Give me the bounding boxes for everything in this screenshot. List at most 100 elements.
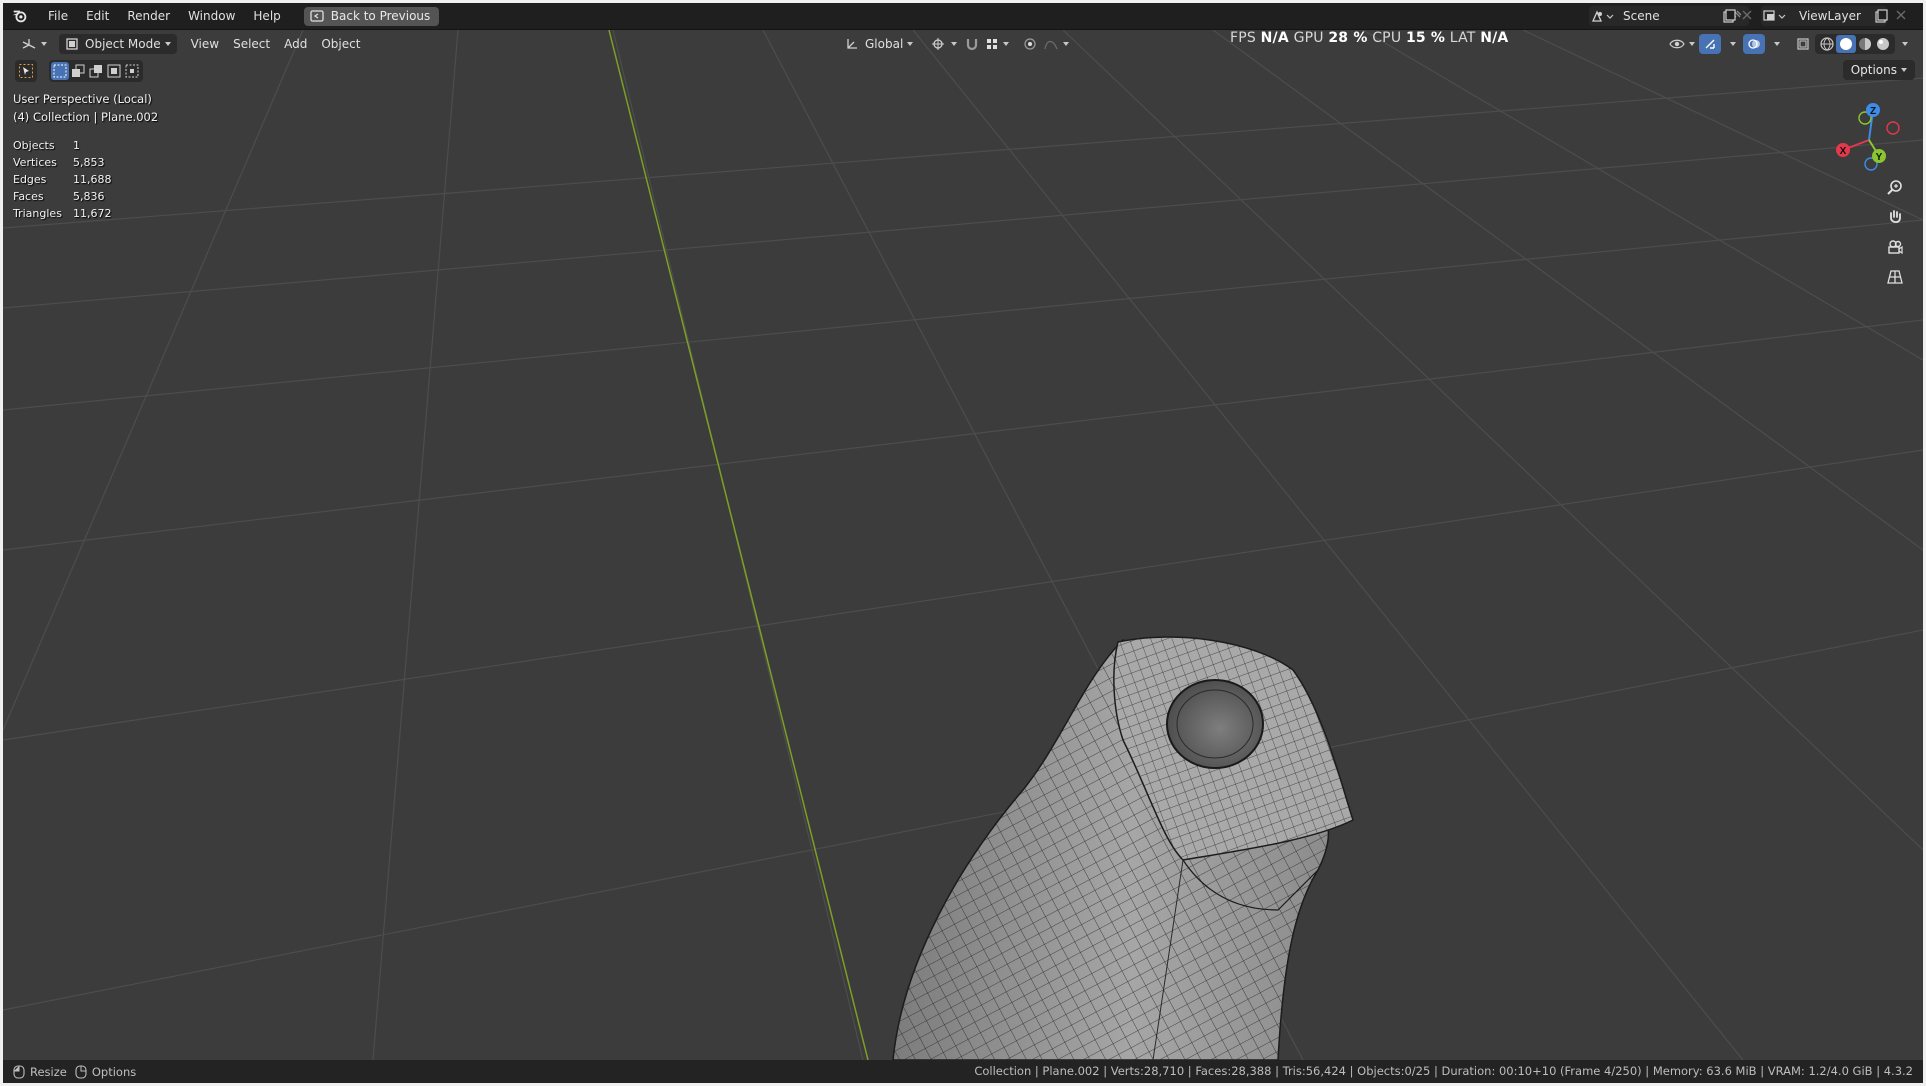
shading-options[interactable]: [1895, 34, 1911, 54]
mouse-right-icon: [75, 1064, 87, 1079]
gizmo-options[interactable]: [1723, 34, 1739, 54]
rendered-shading-icon[interactable]: [1874, 36, 1892, 52]
select-intersect-button[interactable]: [123, 62, 141, 80]
xray-icon: [1797, 38, 1809, 50]
snap-target-selector[interactable]: [979, 34, 1015, 54]
viewport-canvas[interactable]: [3, 30, 1923, 1060]
stat-label: Faces: [13, 190, 44, 203]
snap-grid-icon: [987, 39, 997, 49]
menu-add[interactable]: Add: [278, 34, 313, 54]
proportional-edit-icon: [1024, 38, 1036, 50]
stat-label: Triangles: [13, 207, 62, 220]
navigation-gizmo[interactable]: Z X Y: [1821, 94, 1901, 174]
blender-window: File Edit Render Window Help Back to Pre…: [3, 3, 1923, 1083]
selection-mode-group: [49, 60, 143, 82]
select-extend-button[interactable]: [69, 62, 87, 80]
gizmo-toggle[interactable]: [1699, 34, 1721, 54]
stat-value: 11,672: [73, 207, 112, 220]
editor-type-selector[interactable]: [15, 34, 53, 54]
transform-orientation-selector[interactable]: Global: [839, 34, 919, 54]
select-intersect-icon: [125, 64, 139, 78]
overlays-options[interactable]: [1767, 34, 1783, 54]
solid-shading-icon[interactable]: [1837, 36, 1855, 52]
stat-row: Edges 11,688: [13, 171, 112, 188]
chevron-down-icon: [1902, 42, 1908, 46]
menu-view[interactable]: View: [185, 34, 225, 54]
select-subtract-button[interactable]: [87, 62, 105, 80]
menu-edit[interactable]: Edit: [77, 3, 118, 29]
collection-label: (4) Collection | Plane.002: [13, 110, 159, 124]
object-mode-icon: [66, 38, 78, 50]
back-to-previous-button[interactable]: Back to Previous: [303, 6, 440, 26]
stat-row: Triangles 11,672: [13, 205, 112, 222]
camera-view-button[interactable]: [1883, 235, 1907, 259]
overlays-icon: [1748, 39, 1760, 49]
chevron-down-icon: [1774, 42, 1780, 46]
gizmo-icon: [1705, 39, 1715, 49]
material-preview-icon[interactable]: [1856, 36, 1874, 52]
status-hint-resize: Resize: [13, 1065, 67, 1079]
select-subtract-icon: [89, 65, 102, 78]
grid-perspective-icon: [1887, 270, 1903, 284]
cursor-select-icon: [19, 64, 33, 78]
options-label: Options: [1850, 63, 1897, 77]
xray-toggle[interactable]: [1793, 34, 1813, 54]
status-hint-options: Options: [75, 1065, 136, 1079]
blender-logo-icon[interactable]: [11, 7, 29, 25]
menu-file[interactable]: File: [39, 3, 77, 29]
chevron-down-icon: [907, 42, 914, 46]
y-axis-line: [608, 30, 869, 1060]
select-invert-button[interactable]: [105, 62, 123, 80]
falloff-selector[interactable]: [1037, 34, 1075, 54]
gizmo-z-label: Z: [1870, 106, 1876, 117]
options-dropdown[interactable]: Options: [1842, 60, 1915, 80]
perspective-label: User Perspective (Local): [13, 92, 152, 106]
scene-name[interactable]: Scene: [1623, 9, 1660, 23]
menu-object[interactable]: Object: [315, 34, 366, 54]
chevron-down-icon: [1901, 68, 1907, 72]
zoom-button[interactable]: [1883, 175, 1907, 199]
view-layer-name[interactable]: ViewLayer: [1799, 9, 1861, 23]
back-to-previous-label: Back to Previous: [330, 9, 431, 23]
stat-row: Faces 5,836: [13, 188, 112, 205]
3d-viewport[interactable]: Z X Y: [3, 30, 1923, 1060]
pivot-icon: [932, 38, 944, 50]
object-visibility-selector[interactable]: [1663, 34, 1701, 54]
back-screen-icon: [310, 10, 324, 22]
select-extend-icon: [72, 64, 85, 77]
view-layer-selector[interactable]: ViewLayer: [1761, 6, 1887, 26]
mesh-object-plane-002: [892, 636, 1354, 1060]
select-new-button[interactable]: [51, 62, 69, 80]
delete-view-layer-icon[interactable]: [1895, 9, 1907, 21]
stat-row: Objects 1: [13, 137, 112, 154]
chevron-down-icon: [1063, 42, 1069, 46]
pivot-point-selector[interactable]: [925, 34, 963, 54]
menu-window[interactable]: Window: [179, 3, 244, 29]
select-new-icon: [53, 64, 67, 78]
select-tool-button[interactable]: [15, 60, 37, 82]
wireframe-shading-icon[interactable]: [1818, 36, 1836, 52]
mode-selector[interactable]: Object Mode: [59, 34, 177, 54]
chevron-down-icon: [951, 42, 957, 46]
stat-row: Vertices 5,853: [13, 154, 112, 171]
delete-scene-icon[interactable]: [1741, 9, 1753, 21]
pan-button[interactable]: [1883, 205, 1907, 229]
menu-select[interactable]: Select: [227, 34, 276, 54]
new-scene-icon[interactable]: [1721, 8, 1737, 24]
orientation-label: Global: [865, 37, 904, 51]
perspective-toggle-button[interactable]: [1883, 265, 1907, 289]
chevron-down-icon: [1730, 42, 1736, 46]
stat-label: Vertices: [13, 156, 57, 169]
3d-view-icon: [22, 39, 36, 49]
overlays-toggle[interactable]: [1743, 34, 1765, 54]
viewport-info: User Perspective (Local) (4) Collection …: [13, 90, 158, 126]
stat-label: Edges: [13, 173, 47, 186]
menu-help[interactable]: Help: [244, 3, 289, 29]
stat-value: 1: [73, 139, 80, 152]
status-hint-label: Resize: [30, 1064, 67, 1079]
select-invert-icon: [107, 64, 121, 78]
new-view-layer-icon[interactable]: [1873, 8, 1889, 24]
chevron-down-icon: [1689, 42, 1695, 46]
stat-value: 5,853: [73, 156, 105, 169]
menu-render[interactable]: Render: [118, 3, 179, 29]
